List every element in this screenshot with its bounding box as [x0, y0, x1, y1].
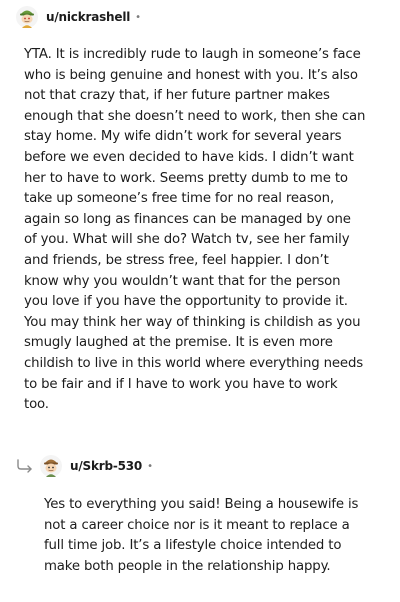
separator-dot: • — [135, 11, 142, 23]
reply-username[interactable]: u/Skrb-530 — [70, 459, 142, 473]
comment-username[interactable]: u/nickrashell — [46, 10, 130, 24]
user-avatar-icon[interactable] — [16, 6, 38, 28]
comment-body: YTA. It is incredibly rude to laugh in s… — [24, 47, 366, 413]
separator-dot: • — [147, 460, 153, 472]
reply-body: Yes to everything you said! Being a hous… — [44, 497, 359, 574]
reply-arrow-icon — [17, 459, 32, 473]
reply-header: u/Skrb-530 • — [16, 454, 153, 478]
comment-header: u/nickrashell • — [16, 5, 141, 29]
user-avatar-icon[interactable] — [40, 455, 62, 477]
